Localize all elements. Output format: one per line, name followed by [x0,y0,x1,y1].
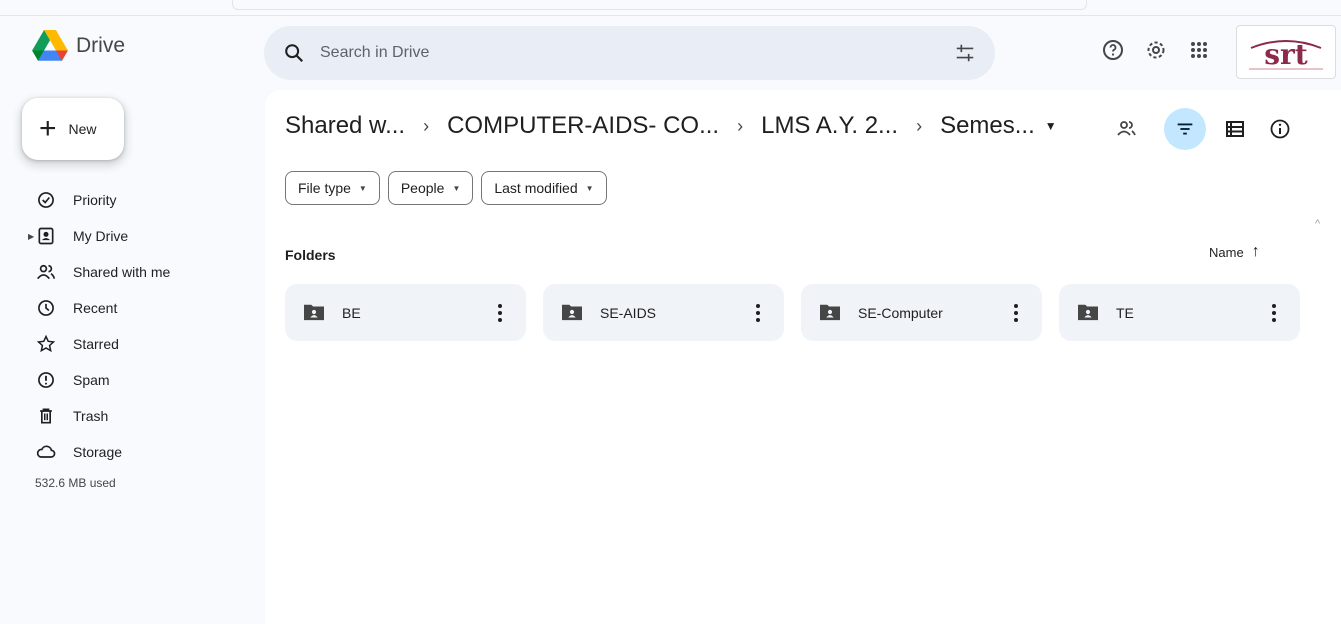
chevron-right-icon: › [916,115,923,136]
new-button[interactable]: + New [22,98,124,160]
new-button-label: New [68,121,97,137]
sidebar-item-starred[interactable]: Starred [0,326,240,362]
chevron-down-icon: ▼ [452,183,461,193]
breadcrumb-item[interactable]: Shared w... [285,112,405,140]
sidebar-item-label: Trash [73,408,109,424]
sidebar-item-label: Priority [73,192,117,208]
folder-card[interactable]: TE [1059,284,1300,341]
shared-folder-icon [820,304,840,321]
filter-chips: File type ▼ People ▼ Last modified ▼ [285,171,615,205]
main-panel: Shared w... › COMPUTER-AIDS- CO... › LMS… [265,90,1341,624]
list-view-icon[interactable] [1223,117,1247,141]
more-vert-icon[interactable] [1006,301,1026,325]
search-input[interactable] [320,38,920,68]
sidebar-item-shared-with-me[interactable]: Shared with me [0,254,240,290]
spam-icon [38,372,54,388]
folder-card[interactable]: SE-Computer [801,284,1042,341]
svg-text:srt: srt [1264,38,1308,71]
chevron-right-icon: › [423,115,430,136]
app-title: Drive [76,34,126,57]
trash-icon [40,408,52,424]
filter-icon [1177,123,1193,135]
sidebar-item-priority[interactable]: Priority [0,182,240,218]
chip-label: People [400,180,445,196]
chip-last-modified[interactable]: Last modified ▼ [481,171,607,205]
plus-icon: + [39,112,57,145]
my-drive-icon [38,227,54,245]
chevron-right-icon: › [737,115,744,136]
top-tab-strip [232,0,1087,10]
folder-card[interactable]: SE-AIDS [543,284,784,341]
drive-logo-icon [32,30,68,61]
sidebar-item-recent[interactable]: Recent [0,290,240,326]
sidebar-item-label: My Drive [73,228,129,244]
sort-control[interactable]: Name ↑ [1209,243,1260,261]
breadcrumb-item[interactable]: LMS A.Y. 2... [761,112,898,140]
storage-used-text: 532.6 MB used [35,476,116,490]
shared-folder-icon [304,304,324,321]
info-icon[interactable] [1268,117,1292,141]
breadcrumb-item[interactable]: COMPUTER-AIDS- CO... [447,112,719,140]
srt-logo: srt [1249,38,1323,71]
sort-label: Name [1209,244,1244,260]
shared-people-icon[interactable] [1115,117,1139,141]
more-vert-icon[interactable] [490,301,510,325]
shared-folder-icon [562,304,582,321]
apps-grid-icon[interactable] [1187,38,1211,62]
search-bar[interactable] [264,26,995,80]
top-divider [0,15,1341,16]
star-icon [36,334,56,353]
breadcrumb-current[interactable]: Semes... [940,112,1035,140]
sidebar-nav: Priority ▶ My Drive Shared with me Recen… [0,182,240,470]
chip-label: File type [298,180,351,196]
help-icon[interactable] [1101,38,1125,62]
search-icon[interactable] [283,42,305,64]
drive-logo[interactable]: Drive [32,30,125,62]
shared-icon [37,264,56,280]
chip-file-type[interactable]: File type ▼ [285,171,380,205]
sidebar-item-label: Starred [73,336,119,352]
folder-name: SE-Computer [858,304,943,321]
settings-icon[interactable] [1144,38,1168,62]
sidebar-item-label: Shared with me [73,264,171,280]
filter-toggle-button[interactable] [1164,108,1206,150]
folder-name: TE [1116,304,1134,321]
section-title: Folders [285,247,336,263]
sidebar-item-spam[interactable]: Spam [0,362,240,398]
sidebar-item-label: Storage [73,444,123,460]
chevron-down-icon: ▼ [585,183,594,193]
dropdown-arrow-icon[interactable]: ▼ [1045,119,1057,133]
folder-grid: BE SE-AIDS SE-Computer TE [285,284,1317,341]
folder-name: SE-AIDS [600,304,657,321]
folder-card[interactable]: BE [285,284,526,341]
breadcrumb: Shared w... › COMPUTER-AIDS- CO... › LMS… [285,112,1057,140]
chip-label: Last modified [494,180,578,196]
sidebar-item-label: Recent [73,300,118,316]
priority-icon [38,192,54,208]
more-vert-icon[interactable] [748,301,768,325]
account-avatar[interactable]: srt [1236,25,1336,79]
search-options-icon[interactable] [954,42,976,64]
scroll-up-icon[interactable]: ^ [1315,218,1320,230]
more-vert-icon[interactable] [1264,301,1284,325]
chip-people[interactable]: People ▼ [387,171,474,205]
sidebar-item-storage[interactable]: Storage [0,434,240,470]
sidebar-item-label: Spam [73,372,110,388]
chevron-down-icon: ▼ [358,183,367,193]
shared-folder-icon [1078,304,1098,321]
clock-icon [38,300,54,316]
cloud-icon [36,445,56,458]
expand-caret-icon[interactable]: ▶ [28,232,34,241]
folder-name: BE [342,304,361,321]
arrow-up-icon[interactable]: ↑ [1252,243,1260,261]
sidebar-item-trash[interactable]: Trash [0,398,240,434]
sidebar-item-my-drive[interactable]: ▶ My Drive [0,218,240,254]
